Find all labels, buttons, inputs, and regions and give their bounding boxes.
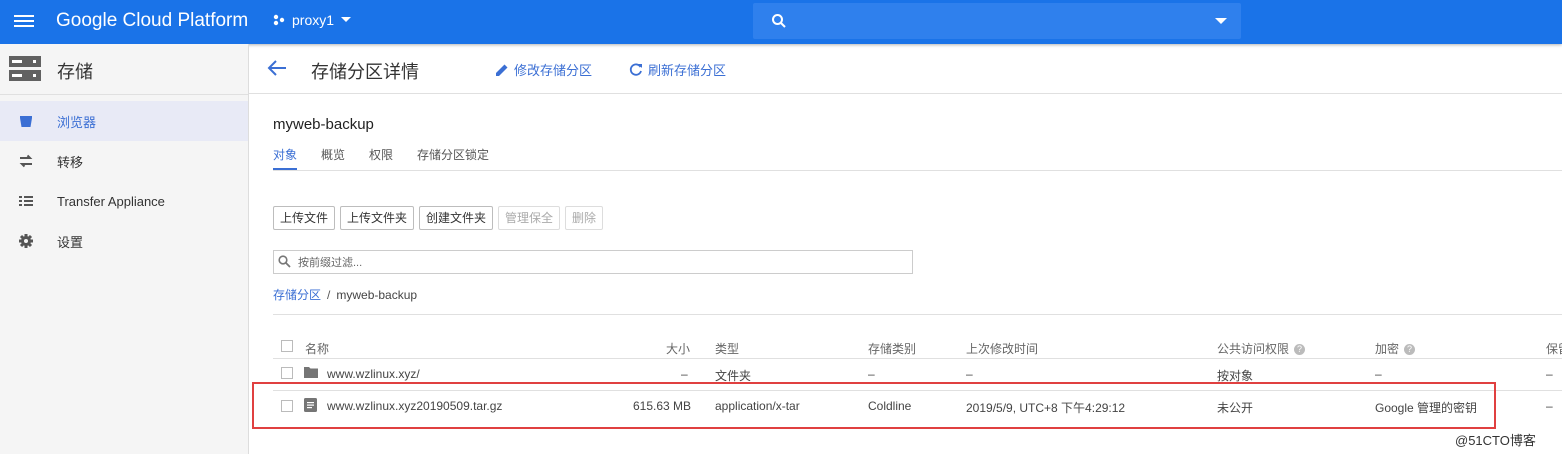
tab-bucket-lock[interactable]: 存储分区锁定 [417,146,489,163]
chevron-down-icon [341,17,352,22]
sidebar-item-transfer[interactable]: 转移 [0,141,248,181]
col-encryption: 加密? [1375,340,1416,357]
col-size[interactable]: 大小 [666,340,690,357]
col-name[interactable]: 名称 [305,340,329,357]
create-folder-button[interactable]: 创建文件夹 [419,206,494,230]
manage-holds-button[interactable]: 管理保全 [498,206,561,230]
upload-files-button[interactable]: 上传文件 [273,206,336,230]
tab-permissions[interactable]: 权限 [369,146,393,163]
folder-icon [304,367,318,378]
transfer-arrows-icon [19,154,33,168]
menu-icon[interactable] [14,12,36,32]
help-icon[interactable]: ? [1294,344,1306,356]
upload-folder-button[interactable]: 上传文件夹 [340,206,415,230]
top-app-bar: Google Cloud Platform proxy1 [0,0,1562,44]
bucket-icon [20,116,32,127]
storage-icon [9,56,41,81]
col-public-access-label[interactable]: 公共访问权限 [1217,342,1289,356]
row-encryption: – [1375,367,1382,381]
search-dropdown-icon[interactable] [1215,18,1227,24]
sidebar-item-label: 转移 [57,154,84,170]
search-bar[interactable] [753,3,1241,39]
back-arrow-icon[interactable] [267,59,287,77]
row-name-link[interactable]: www.wzlinux.xyz/ [327,367,420,381]
refresh-icon [629,63,642,76]
select-all-checkbox[interactable] [281,340,293,352]
row-size: – [681,367,688,381]
tab-objects[interactable]: 对象 [273,146,297,163]
sidebar-item-transfer-appliance[interactable]: Transfer Appliance [0,181,248,221]
delete-button[interactable]: 删除 [565,206,604,230]
watermark: @51CTO博客 [1455,433,1536,448]
col-storage-class[interactable]: 存储类别 [868,340,916,357]
prefix-filter[interactable] [273,250,913,274]
appliance-list-icon [19,196,33,206]
brand-title[interactable]: Google Cloud Platform [56,10,248,32]
search-icon [772,14,786,28]
sidebar-item-label: Transfer Appliance [57,193,165,209]
edit-bucket-button[interactable]: 修改存储分区 [495,60,592,79]
col-encryption-label[interactable]: 加密 [1375,342,1399,356]
row-modified: – [966,367,973,381]
sidebar: 存储 浏览器 转移 Transfer Appliance 设置 [0,44,249,454]
col-modified[interactable]: 上次修改时间 [966,340,1038,357]
page-header: 存储分区详情 修改存储分区 刷新存储分区 [249,44,1562,94]
col-type[interactable]: 类型 [715,340,739,357]
breadcrumb-root-link[interactable]: 存储分区 [273,288,321,302]
sidebar-item-label: 设置 [57,234,84,250]
sidebar-item-browser[interactable]: 浏览器 [0,101,248,141]
filter-search-icon [278,255,291,268]
refresh-bucket-label: 刷新存储分区 [648,63,727,78]
edit-bucket-label: 修改存储分区 [514,63,593,78]
page-title: 存储分区详情 [311,62,419,82]
project-name: proxy1 [292,12,335,28]
highlight-box [252,382,1496,429]
breadcrumb: 存储分区 / myweb-backup [273,286,417,303]
help-icon[interactable]: ? [1404,344,1416,356]
breadcrumb-separator: / [327,288,331,302]
pencil-icon [496,64,508,76]
breadcrumb-current: myweb-backup [336,288,418,302]
prefix-filter-input[interactable] [296,253,900,272]
row-checkbox[interactable] [281,367,293,379]
table-header-divider [273,358,1562,359]
bucket-name: myweb-backup [273,116,374,133]
sidebar-item-label: 浏览器 [57,114,97,130]
gear-icon [19,234,33,248]
sidebar-header: 存储 [0,44,248,95]
tabs-divider [273,170,1562,171]
row-retention: – [1546,367,1553,381]
project-selector[interactable]: proxy1 [272,12,352,28]
sidebar-item-settings[interactable]: 设置 [0,221,248,261]
refresh-bucket-button[interactable]: 刷新存储分区 [629,60,726,79]
col-retention[interactable]: 保留 [1546,340,1562,357]
col-public-access: 公共访问权限? [1217,340,1306,357]
table-top-divider [273,314,1562,315]
tab-overview[interactable]: 概览 [321,146,345,163]
search-input[interactable] [803,9,1207,35]
row-storage-class: – [868,367,875,381]
project-dots-icon [273,14,285,26]
sidebar-title: 存储 [57,62,93,82]
row-retention: – [1546,399,1553,413]
